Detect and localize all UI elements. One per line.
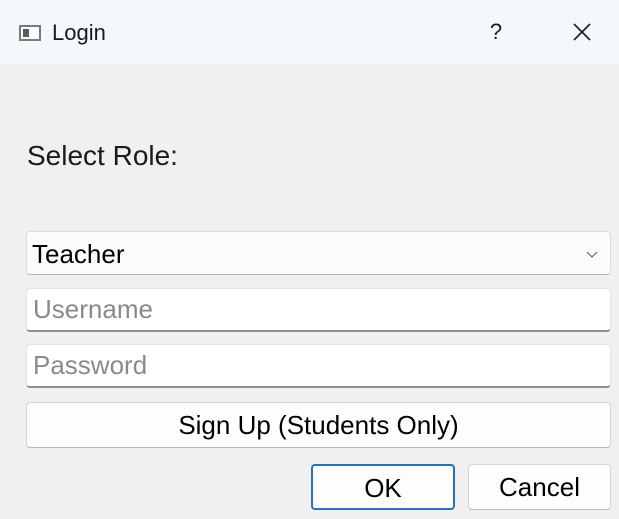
close-button[interactable] <box>570 20 594 44</box>
signup-button[interactable]: Sign Up (Students Only) <box>26 402 611 448</box>
close-icon <box>573 23 591 41</box>
select-role-label: Select Role: <box>27 140 178 171</box>
role-select-value: Teacher <box>32 239 125 269</box>
role-select[interactable]: Teacher <box>26 231 611 275</box>
chevron-down-icon <box>586 251 598 258</box>
ok-button[interactable]: OK <box>311 464 455 510</box>
cancel-button[interactable]: Cancel <box>468 464 611 510</box>
password-input[interactable] <box>26 344 611 388</box>
help-button[interactable]: ? <box>478 15 514 49</box>
title-bar: Login ? <box>0 0 619 64</box>
app-window-icon <box>19 25 41 41</box>
username-input[interactable] <box>26 288 611 332</box>
window-title: Login <box>52 20 106 45</box>
login-dialog: Login ? Select Role: Teacher Sign Up (St… <box>0 0 619 519</box>
